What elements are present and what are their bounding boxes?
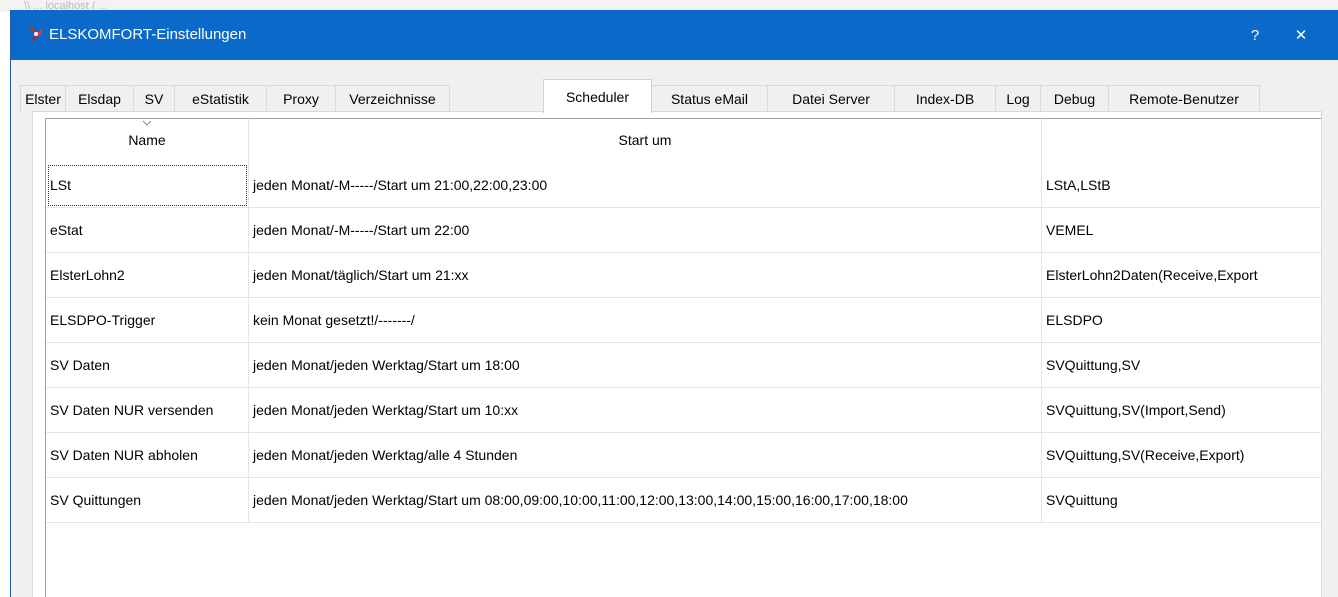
app-logo-icon	[29, 27, 43, 42]
scheduler-panel: Name Start um LSt jeden Monat/-M-----/St…	[32, 111, 1322, 597]
cell-name: ELSDPO-Trigger	[46, 298, 249, 343]
cell-start: jeden Monat/jeden Werktag/alle 4 Stunden	[249, 433, 1042, 478]
tab-log[interactable]: Log	[995, 85, 1041, 112]
tab-verzeichnisse[interactable]: Verzeichnisse	[335, 85, 450, 112]
cell-target: LStA,LStB	[1042, 163, 1321, 208]
cell-name: SV Daten NUR abholen	[46, 433, 249, 478]
cell-start: jeden Monat/-M-----/Start um 21:00,22:00…	[249, 163, 1042, 208]
title-bar[interactable]: ELSKOMFORT-Einstellungen ? ✕	[11, 10, 1338, 60]
table-row[interactable]: SV Daten NUR abholen jeden Monat/jeden W…	[46, 433, 1321, 478]
cell-start: jeden Monat/-M-----/Start um 22:00	[249, 208, 1042, 253]
column-header-target[interactable]	[1042, 119, 1321, 163]
window-title: ELSKOMFORT-Einstellungen	[49, 26, 247, 43]
help-button[interactable]: ?	[1232, 10, 1278, 60]
tab-sv[interactable]: SV	[133, 85, 175, 112]
tab-elster[interactable]: Elster	[20, 85, 66, 112]
tab-scheduler[interactable]: Scheduler	[543, 79, 652, 113]
table-row[interactable]: ELSDPO-Trigger kein Monat gesetzt!/-----…	[46, 298, 1321, 343]
tab-elsdap[interactable]: Elsdap	[65, 85, 134, 112]
table-row[interactable]: SV Daten NUR versenden jeden Monat/jeden…	[46, 388, 1321, 433]
cell-start: jeden Monat/jeden Werktag/Start um 18:00	[249, 343, 1042, 388]
tab-index-db[interactable]: Index-DB	[894, 85, 996, 112]
column-header-start[interactable]: Start um	[249, 119, 1042, 163]
sort-chevron-icon	[142, 120, 152, 126]
table-row[interactable]: LSt jeden Monat/-M-----/Start um 21:00,2…	[46, 163, 1321, 208]
tab-strip: Elster Elsdap SV eStatistik Proxy Verzei…	[20, 75, 1330, 113]
table-row[interactable]: ElsterLohn2 jeden Monat/täglich/Start um…	[46, 253, 1321, 298]
cell-target: SVQuittung,SV(Receive,Export)	[1042, 433, 1321, 478]
cell-start: jeden Monat/jeden Werktag/Start um 08:00…	[249, 478, 1042, 523]
tab-datei-server[interactable]: Datei Server	[767, 85, 895, 112]
cell-name: eStat	[46, 208, 249, 253]
cell-target: ElsterLohn2Daten(Receive,Export	[1042, 253, 1321, 298]
tab-remote-benutzer[interactable]: Remote-Benutzer	[1108, 85, 1260, 112]
cell-start: kein Monat gesetzt!/-------/	[249, 298, 1042, 343]
table-row[interactable]: SV Daten jeden Monat/jeden Werktag/Start…	[46, 343, 1321, 388]
cell-target: ELSDPO	[1042, 298, 1321, 343]
column-header-start-label: Start um	[618, 132, 672, 148]
settings-dialog: ELSKOMFORT-Einstellungen ? ✕ Elster Elsd…	[10, 10, 1338, 597]
close-button[interactable]: ✕	[1278, 10, 1324, 60]
table-row[interactable]: SV Quittungen jeden Monat/jeden Werktag/…	[46, 478, 1321, 523]
cell-target: SVQuittung,SV	[1042, 343, 1321, 388]
scheduler-list[interactable]: Name Start um LSt jeden Monat/-M-----/St…	[45, 118, 1321, 597]
list-header: Name Start um	[46, 119, 1321, 163]
cell-name: SV Quittungen	[46, 478, 249, 523]
cell-start: jeden Monat/jeden Werktag/Start um 10:xx	[249, 388, 1042, 433]
column-header-name[interactable]: Name	[46, 119, 249, 163]
cell-name: LSt	[46, 163, 249, 208]
cell-target: SVQuittung	[1042, 478, 1321, 523]
column-header-name-label: Name	[128, 132, 166, 148]
cell-target: VEMEL	[1042, 208, 1321, 253]
tab-debug[interactable]: Debug	[1040, 85, 1109, 112]
tab-status-email[interactable]: Status eMail	[651, 85, 768, 112]
table-row[interactable]: eStat jeden Monat/-M-----/Start um 22:00…	[46, 208, 1321, 253]
cell-name: ElsterLohn2	[46, 253, 249, 298]
cell-target: SVQuittung,SV(Import,Send)	[1042, 388, 1321, 433]
cell-start: jeden Monat/täglich/Start um 21:xx	[249, 253, 1042, 298]
cell-name: SV Daten	[46, 343, 249, 388]
tab-estatistik[interactable]: eStatistik	[174, 85, 267, 112]
cell-name: SV Daten NUR versenden	[46, 388, 249, 433]
tab-proxy[interactable]: Proxy	[266, 85, 336, 112]
